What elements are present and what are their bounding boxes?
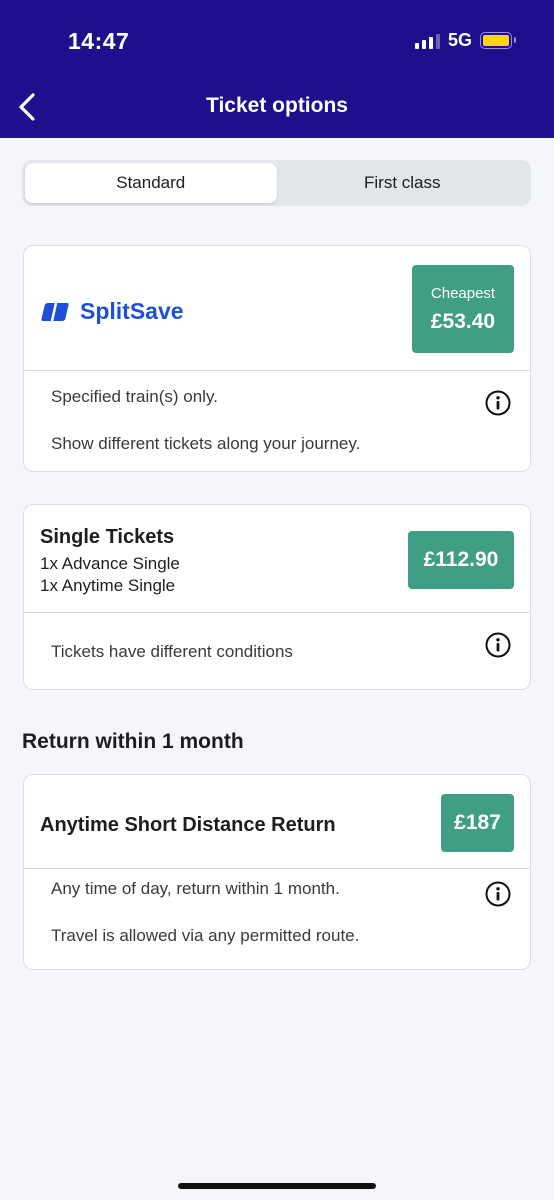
return-ticket-title: Anytime Short Distance Return — [40, 814, 336, 836]
return-ticket-card[interactable]: Anytime Short Distance Return £187 Any t… — [23, 774, 531, 970]
info-icon[interactable] — [485, 881, 511, 907]
return-price: £187 — [454, 811, 501, 834]
battery-icon — [480, 32, 516, 49]
status-indicators: 5G — [414, 30, 516, 51]
condition-text: Travel is allowed via any permitted rout… — [51, 926, 360, 945]
single-tickets-conditions: Tickets have different conditions — [24, 613, 530, 689]
splitsave-brand: SplitSave — [80, 298, 184, 324]
splitsave-conditions: Specified train(s) only. Show different … — [24, 371, 530, 471]
network-label: 5G — [447, 30, 472, 50]
signal-icon — [414, 33, 440, 49]
ticket-line: 1x Anytime Single — [40, 576, 176, 595]
info-icon[interactable] — [485, 390, 511, 416]
single-tickets-price-button[interactable]: £112.90 — [408, 531, 514, 589]
tab-standard[interactable]: Standard — [25, 163, 277, 203]
app-header: 14:47 5G Ticket options — [0, 0, 554, 138]
splitsave-price-button[interactable]: Cheapest £53.40 — [412, 265, 514, 353]
return-section-heading: Return within 1 month — [22, 730, 244, 753]
single-tickets-price: £112.90 — [423, 548, 499, 571]
splitsave-logo-icon — [41, 302, 69, 321]
page-title: Ticket options — [206, 94, 348, 117]
status-time: 14:47 — [68, 28, 130, 54]
single-tickets-title: Single Tickets — [40, 526, 175, 548]
single-tickets-header: Single Tickets 1x Advance Single 1x Anyt… — [24, 505, 530, 613]
single-tickets-card[interactable]: Single Tickets 1x Advance Single 1x Anyt… — [23, 504, 531, 690]
ticket-line: 1x Advance Single — [40, 554, 180, 573]
condition-text: Specified train(s) only. — [51, 387, 218, 406]
return-ticket-conditions: Any time of day, return within 1 month. … — [24, 869, 530, 969]
splitsave-logo: SplitSave — [40, 298, 184, 325]
condition-text: Any time of day, return within 1 month. — [51, 879, 340, 898]
return-ticket-header: Anytime Short Distance Return £187 — [24, 775, 530, 869]
condition-text: Show different tickets along your journe… — [51, 434, 361, 453]
home-indicator[interactable] — [178, 1183, 376, 1189]
cheapest-badge: Cheapest — [430, 284, 496, 302]
splitsave-card[interactable]: SplitSave Cheapest £53.40 Specified trai… — [23, 245, 531, 472]
return-price-button[interactable]: £187 — [441, 794, 514, 852]
condition-text: Tickets have different conditions — [51, 642, 293, 661]
splitsave-price: £53.40 — [430, 309, 496, 333]
tab-first-class[interactable]: First class — [277, 163, 529, 203]
info-icon[interactable] — [485, 632, 511, 658]
splitsave-card-header: SplitSave Cheapest £53.40 — [24, 246, 530, 371]
class-segmented-control: Standard First class — [22, 160, 531, 206]
